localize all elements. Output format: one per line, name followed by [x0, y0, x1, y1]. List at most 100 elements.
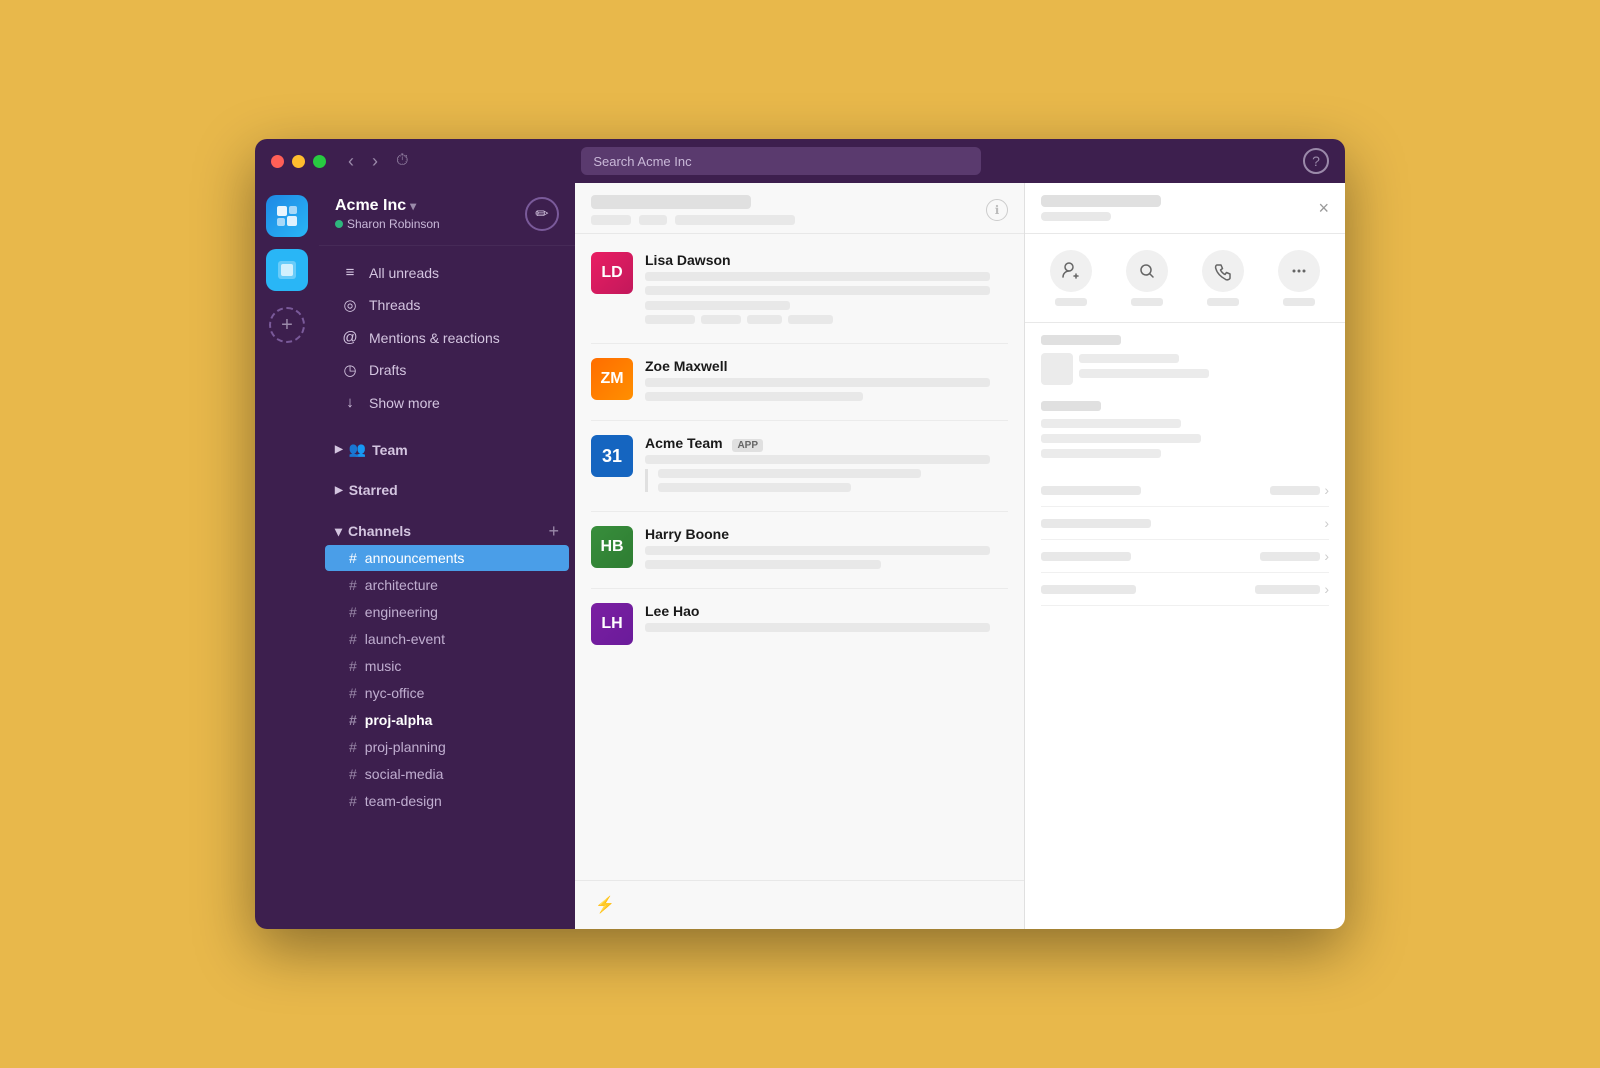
section-team: ▶ 👥 Team	[319, 429, 575, 470]
avatar-initials-zoe: ZM	[600, 370, 623, 388]
fullscreen-window-button[interactable]	[313, 155, 326, 168]
channel-item-nyc-office[interactable]: # nyc-office	[325, 680, 569, 706]
channel-item-proj-alpha[interactable]: # proj-alpha	[325, 707, 569, 733]
workspace-icon-primary[interactable]	[266, 195, 308, 237]
add-workspace-button[interactable]: +	[269, 307, 305, 343]
skel-3	[675, 215, 795, 225]
action-label-skel	[1207, 298, 1239, 306]
message-item-zoe[interactable]: ZM Zoe Maxwell	[575, 348, 1024, 416]
search-bar[interactable]: Search Acme Inc	[581, 147, 981, 175]
channel-name: team-design	[365, 793, 442, 809]
message-block	[645, 469, 1008, 492]
channel-item-announcements[interactable]: # announcements	[325, 545, 569, 571]
compose-button[interactable]: ✏	[525, 197, 559, 231]
message-item-harry[interactable]: HB Harry Boone	[575, 516, 1024, 584]
drafts-icon: ◷	[341, 361, 359, 379]
channel-name: proj-planning	[365, 739, 446, 755]
channels-title[interactable]: ▾ Channels	[335, 523, 411, 540]
mentions-icon: @	[341, 329, 359, 346]
divider	[591, 343, 1008, 344]
right-list-item-4[interactable]: ›	[1041, 573, 1329, 606]
channel-item-engineering[interactable]: # engineering	[325, 599, 569, 625]
sender-lisa: Lisa Dawson	[645, 252, 1008, 268]
right-skel	[1041, 585, 1136, 594]
channel-name: social-media	[365, 766, 444, 782]
history-button[interactable]: ⏱	[396, 152, 408, 170]
hash-icon: #	[349, 739, 357, 755]
workspace-icon-secondary[interactable]	[266, 249, 308, 291]
channel-item-music[interactable]: # music	[325, 653, 569, 679]
search-icon	[1126, 250, 1168, 292]
close-right-panel-button[interactable]: ×	[1318, 199, 1329, 217]
avatar-lee: LH	[591, 603, 633, 645]
channel-item-architecture[interactable]: # architecture	[325, 572, 569, 598]
avatar-initials-lee: LH	[601, 615, 622, 633]
add-channel-button[interactable]: +	[548, 522, 559, 540]
help-button[interactable]: ?	[1303, 148, 1329, 174]
action-call[interactable]	[1202, 250, 1244, 306]
channel-item-social-media[interactable]: # social-media	[325, 761, 569, 787]
right-list-item-1[interactable]: ›	[1041, 474, 1329, 507]
hash-icon: #	[349, 631, 357, 647]
channel-name: nyc-office	[365, 685, 425, 701]
nav-item-drafts[interactable]: ◷ Drafts	[325, 354, 569, 386]
message-content-lisa: Lisa Dawson	[645, 252, 1008, 329]
msg-skel	[645, 301, 790, 310]
hash-icon: #	[349, 712, 357, 728]
user-status: Sharon Robinson	[335, 217, 440, 231]
action-more[interactable]	[1278, 250, 1320, 306]
right-section-2	[1041, 401, 1329, 458]
workspace-name[interactable]: Acme Inc ▾	[335, 197, 440, 215]
forward-button[interactable]: ›	[366, 150, 384, 172]
workspace-info: Acme Inc ▾ Sharon Robinson	[335, 197, 440, 231]
right-list-item-2[interactable]: ›	[1041, 507, 1329, 540]
app-window: ‹ › ⏱ Search Acme Inc ?	[255, 139, 1345, 929]
nav-item-all-unreads[interactable]: ≡ All unreads	[325, 257, 569, 288]
channel-item-proj-planning[interactable]: # proj-planning	[325, 734, 569, 760]
channels-label: Channels	[348, 523, 411, 539]
right-skel	[1041, 486, 1141, 495]
status-dot-icon	[335, 220, 343, 228]
message-content-acme-team: Acme Team APP	[645, 435, 1008, 497]
phone-icon	[1202, 250, 1244, 292]
message-item-acme-team[interactable]: 31 Acme Team APP	[575, 425, 1024, 507]
action-label-skel	[1131, 298, 1163, 306]
nav-item-mentions[interactable]: @ Mentions & reactions	[325, 322, 569, 353]
nav-item-show-more[interactable]: ↓ Show more	[325, 387, 569, 418]
nav-item-threads[interactable]: ◎ Threads	[325, 289, 569, 321]
right-skel	[1079, 369, 1209, 378]
right-skel	[1041, 419, 1181, 428]
message-content-zoe: Zoe Maxwell	[645, 358, 1008, 406]
minimize-window-button[interactable]	[292, 155, 305, 168]
starred-expand-icon: ▶	[335, 485, 343, 496]
all-unreads-icon: ≡	[341, 264, 359, 281]
divider	[591, 511, 1008, 512]
right-skel	[1041, 552, 1131, 561]
message-item-lee[interactable]: LH Lee Hao	[575, 593, 1024, 655]
channels-expand-icon: ▾	[335, 523, 342, 540]
right-list-item-3[interactable]: ›	[1041, 540, 1329, 573]
starred-section-header[interactable]: ▶ Starred	[319, 476, 575, 504]
right-skel	[1041, 449, 1161, 458]
message-item-lisa[interactable]: LD Lisa Dawson	[575, 242, 1024, 339]
avatar-app-number: 31	[602, 446, 622, 467]
channel-item-team-design[interactable]: # team-design	[325, 788, 569, 814]
lightning-icon[interactable]: ⚡	[591, 891, 619, 919]
messages-list: LD Lisa Dawson	[575, 234, 1024, 880]
team-section-header[interactable]: ▶ 👥 Team	[319, 435, 575, 464]
right-subtitle-skel	[1041, 212, 1111, 221]
channel-item-launch-event[interactable]: # launch-event	[325, 626, 569, 652]
back-button[interactable]: ‹	[342, 150, 360, 172]
chevron-right-icon: ›	[1324, 515, 1329, 531]
hash-icon: #	[349, 658, 357, 674]
right-avatar-skel	[1041, 353, 1073, 385]
close-window-button[interactable]	[271, 155, 284, 168]
skel-1	[591, 215, 631, 225]
channels-section-header: ▾ Channels +	[319, 516, 575, 544]
right-skel	[1041, 519, 1151, 528]
action-search[interactable]	[1126, 250, 1168, 306]
panel-header-info-icon[interactable]: ℹ	[986, 199, 1008, 221]
channel-name: engineering	[365, 604, 438, 620]
action-add-member[interactable]	[1050, 250, 1092, 306]
msg-skel	[645, 286, 990, 295]
